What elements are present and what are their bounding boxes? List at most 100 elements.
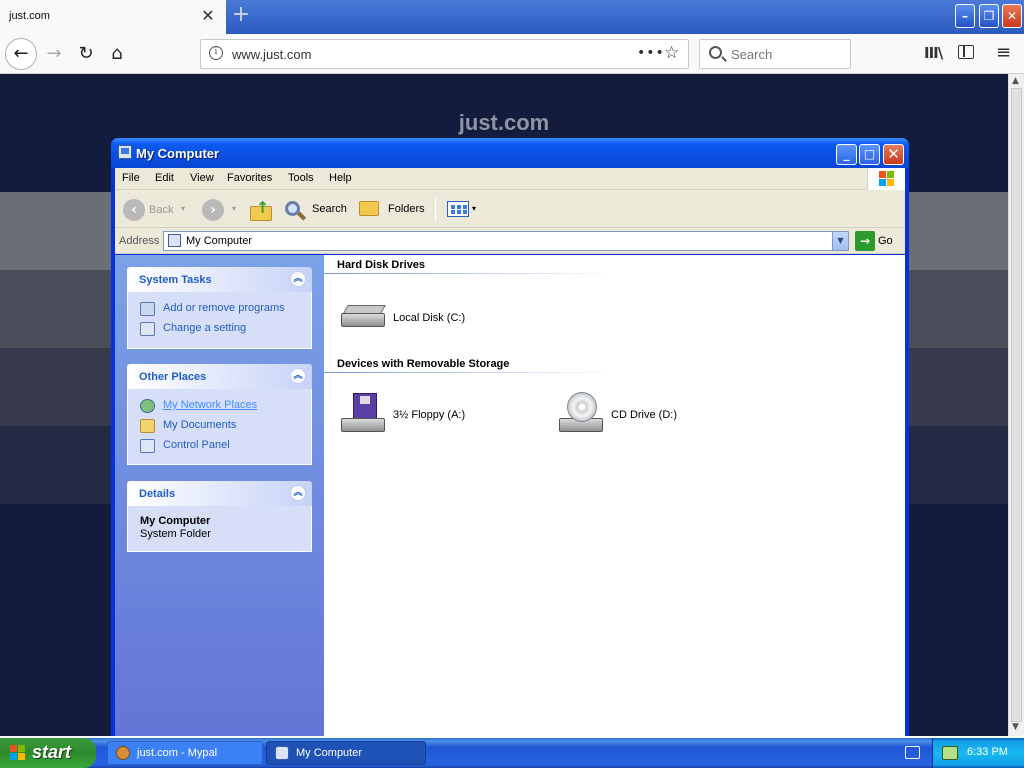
page-scrollbar[interactable]: ▲ ▼ [1008, 74, 1024, 736]
panel-header[interactable]: Details ︽ [127, 481, 312, 506]
url-text[interactable]: www.just.com [232, 47, 311, 62]
address-input[interactable]: My Computer ▼ [163, 231, 849, 251]
my-computer-window: My Computer _ □ ✕ File Edit View Favorit… [111, 138, 909, 736]
maximize-button[interactable]: □ [859, 144, 880, 165]
address-value[interactable]: My Computer [186, 235, 252, 247]
go-arrow-icon[interactable]: → [855, 231, 875, 251]
collapse-chevron-icon[interactable]: ︽ [290, 485, 306, 501]
local-disk-c[interactable]: Local Disk (C:) [339, 295, 499, 345]
menu-bar: File Edit View Favorites Tools Help [115, 168, 905, 190]
bookmark-star-icon[interactable]: ☆ [664, 43, 679, 63]
browser-icon [116, 746, 130, 760]
task-label[interactable]: My Documents [163, 419, 236, 431]
up-arrow-icon: ↑ [256, 198, 270, 217]
taskbar-item-label: just.com - Mypal [137, 747, 218, 759]
windows-logo-icon [867, 168, 905, 190]
window-title-bar[interactable]: My Computer _ □ ✕ [111, 138, 909, 168]
collapse-chevron-icon[interactable]: ︽ [290, 368, 306, 384]
panel-title: System Tasks [139, 274, 212, 286]
forward-dropdown-icon[interactable]: ▾ [232, 204, 236, 213]
scroll-down-arrow-icon[interactable]: ▼ [1012, 722, 1019, 732]
window-title: My Computer [136, 146, 220, 161]
task-label[interactable]: Change a setting [163, 322, 246, 334]
network-tray-icon[interactable] [942, 746, 958, 760]
computer-icon [168, 234, 181, 247]
panel-body: My Computer System Folder [127, 506, 312, 552]
views-icon[interactable] [447, 201, 469, 217]
task-label[interactable]: My Network Places [163, 399, 257, 411]
views-dropdown-icon[interactable]: ▾ [472, 204, 476, 213]
search-button[interactable]: Search [312, 203, 347, 215]
scroll-up-arrow-icon[interactable]: ▲ [1012, 76, 1019, 86]
details-name: My Computer [140, 515, 211, 527]
search-icon[interactable] [285, 201, 300, 216]
back-label[interactable]: Back [149, 204, 173, 216]
folders-button[interactable]: Folders [388, 203, 425, 215]
forward-button[interactable]: › [202, 199, 224, 221]
group-divider [324, 273, 614, 274]
new-tab-button[interactable]: + [230, 4, 252, 28]
taskbar-item-my-computer[interactable]: My Computer [266, 741, 426, 765]
drive-label[interactable]: CD Drive (D:) [611, 409, 677, 421]
settings-icon [140, 322, 155, 336]
cd-drive-icon [557, 392, 605, 440]
menu-favorites[interactable]: Favorites [227, 172, 272, 184]
browser-tab-strip: just.com ✕ + – ❐ ✕ [0, 0, 1024, 34]
collapse-chevron-icon[interactable]: ︽ [290, 271, 306, 287]
hamburger-menu-icon[interactable]: ≡ [996, 42, 1011, 63]
url-bar[interactable]: i www.just.com ••• ☆ [200, 39, 689, 69]
reload-icon[interactable]: ↻ [72, 40, 100, 68]
toolbar-separator [435, 196, 436, 222]
address-dropdown-icon[interactable]: ▼ [832, 232, 848, 250]
documents-folder-icon [140, 419, 155, 433]
start-button[interactable]: start [0, 738, 96, 768]
back-dropdown-icon[interactable]: ▾ [181, 204, 185, 213]
close-button[interactable]: ✕ [883, 144, 904, 165]
menu-help[interactable]: Help [329, 172, 352, 184]
panel-header[interactable]: Other Places ︽ [127, 364, 312, 389]
menu-edit[interactable]: Edit [155, 172, 174, 184]
window-close-button[interactable]: ✕ [1002, 4, 1022, 28]
task-label[interactable]: Control Panel [163, 439, 230, 451]
go-button[interactable]: Go [878, 235, 893, 247]
page-actions-icon[interactable]: ••• [637, 45, 665, 61]
window-restore-button[interactable]: ❐ [979, 4, 999, 28]
sidebar-toggle-icon[interactable] [958, 45, 974, 59]
clock[interactable]: 6:33 PM [967, 746, 1008, 758]
floppy-drive-a[interactable]: 3½ Floppy (A:) [339, 392, 499, 442]
cd-drive-d[interactable]: CD Drive (D:) [557, 392, 717, 442]
home-icon[interactable]: ⌂ [103, 40, 131, 68]
menu-tools[interactable]: Tools [288, 172, 314, 184]
library-icon[interactable]: III\ [924, 44, 943, 62]
keyboard-icon[interactable] [905, 746, 920, 759]
task-label[interactable]: Add or remove programs [163, 302, 285, 314]
scrollbar-thumb[interactable] [1011, 88, 1022, 722]
menu-file[interactable]: File [122, 172, 140, 184]
site-info-icon[interactable]: i [209, 46, 223, 60]
back-arrow-icon[interactable]: ← [5, 38, 37, 70]
minimize-button[interactable]: _ [836, 144, 857, 165]
group-header-hard-disks: Hard Disk Drives [337, 259, 426, 271]
menu-view[interactable]: View [190, 172, 214, 184]
taskbar-item-mypal[interactable]: just.com - Mypal [107, 741, 263, 765]
browser-navigation-bar: ← → ↻ ⌂ i www.just.com ••• ☆ Search III\… [0, 34, 1024, 74]
address-bar: Address My Computer ▼ → Go [115, 228, 905, 254]
floppy-disk-icon [339, 392, 387, 440]
site-title: just.com [458, 110, 550, 135]
drive-label[interactable]: 3½ Floppy (A:) [393, 409, 465, 421]
up-folder-button[interactable]: ↑ [250, 198, 272, 222]
panel-body: Add or remove programs Change a setting [127, 292, 312, 349]
panel-header[interactable]: System Tasks ︽ [127, 267, 312, 292]
tab-close-icon[interactable]: ✕ [199, 6, 217, 26]
system-tray: 6:33 PM [932, 738, 1024, 768]
folders-icon[interactable] [359, 201, 379, 216]
window-minimize-button[interactable]: – [955, 4, 975, 28]
search-placeholder: Search [731, 47, 773, 62]
other-places-panel: Other Places ︽ My Network Places My Docu… [127, 364, 312, 465]
back-button[interactable]: ‹ [123, 199, 145, 221]
search-input[interactable]: Search [699, 39, 851, 69]
panel-title: Details [139, 488, 176, 500]
browser-tab[interactable]: just.com ✕ [0, 0, 226, 34]
forward-arrow-icon[interactable]: → [40, 40, 68, 68]
drive-label[interactable]: Local Disk (C:) [393, 312, 465, 324]
